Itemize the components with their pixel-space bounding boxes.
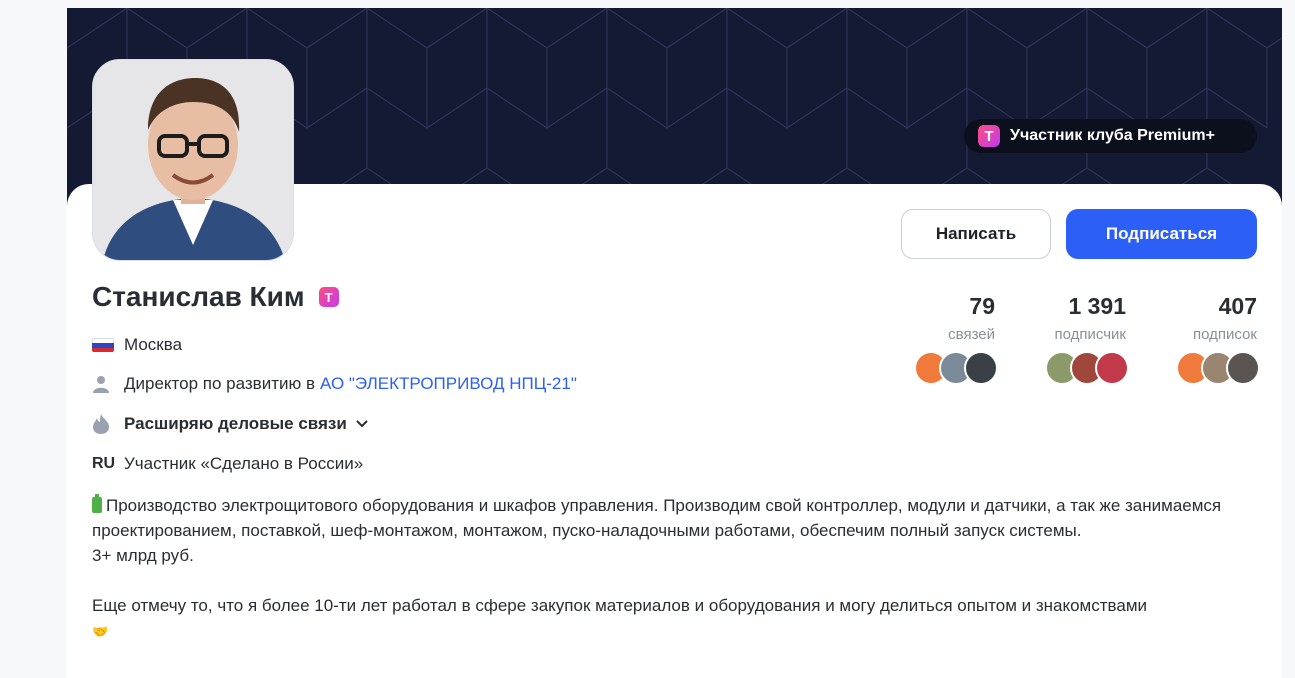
- premium-mark-icon: T: [318, 287, 339, 307]
- avatar-photo: [93, 60, 293, 260]
- premium-badge-label: Участник клуба Premium+: [1010, 127, 1215, 144]
- goal-row[interactable]: Расширяю деловые связи: [92, 412, 369, 436]
- russia-flag-icon: [92, 338, 116, 352]
- avatar: [1095, 351, 1129, 385]
- about-line-3: Еще отмечу то, что я более 10-ти лет раб…: [92, 596, 1148, 615]
- membership-label: Участник «Сделано в России»: [124, 454, 364, 473]
- city-label: Москва: [124, 335, 183, 354]
- following-avatars[interactable]: [1176, 351, 1260, 385]
- profile-name: Станислав Ким: [92, 281, 305, 312]
- person-icon: [92, 375, 116, 393]
- about-line-2: 3+ млрд руб.: [92, 546, 194, 565]
- avatar: [964, 351, 998, 385]
- write-message-button[interactable]: Написать: [901, 209, 1051, 259]
- premium-badge[interactable]: T Участник клуба Premium+: [964, 119, 1257, 153]
- stat-connections-value: 79: [969, 293, 995, 319]
- battery-icon: [92, 494, 102, 513]
- stat-connections-label: связей: [948, 326, 995, 343]
- position-label: Директор по развитию в: [124, 374, 315, 393]
- premium-logo-icon: T: [978, 125, 1000, 147]
- stat-followers-value: 1 391: [1068, 293, 1126, 319]
- profile-name-row: Станислав Ким T: [92, 281, 339, 313]
- stat-connections[interactable]: 79 связей: [915, 293, 995, 343]
- about-text: Производство электрощитового оборудовани…: [92, 493, 1262, 644]
- connections-avatars[interactable]: [914, 351, 998, 385]
- avatar: [1226, 351, 1260, 385]
- handshake-icon: 🤝: [92, 624, 109, 639]
- chevron-down-icon: [355, 419, 369, 429]
- membership-row: RU Участник «Сделано в России»: [92, 452, 363, 476]
- stat-followers-label: подписчик: [1054, 326, 1126, 343]
- company-link[interactable]: АО "ЭЛЕКТРОПРИВОД НПЦ-21": [320, 374, 577, 394]
- stat-followers[interactable]: 1 391 подписчик: [1026, 293, 1126, 343]
- avatar[interactable]: [92, 59, 294, 261]
- position-row: Директор по развитию в АО "ЭЛЕКТРОПРИВОД…: [92, 372, 577, 396]
- followers-avatars[interactable]: [1045, 351, 1129, 385]
- ru-badge: RU: [92, 455, 116, 472]
- fire-icon: [92, 413, 116, 435]
- goal-label: Расширяю деловые связи: [124, 414, 347, 433]
- stat-following-value: 407: [1218, 293, 1257, 319]
- city-row: Москва: [92, 333, 182, 357]
- stat-following-label: подписок: [1193, 326, 1257, 343]
- about-line-1: Производство электрощитового оборудовани…: [92, 496, 1222, 540]
- stat-following[interactable]: 407 подписок: [1167, 293, 1257, 343]
- subscribe-button[interactable]: Подписаться: [1066, 209, 1257, 259]
